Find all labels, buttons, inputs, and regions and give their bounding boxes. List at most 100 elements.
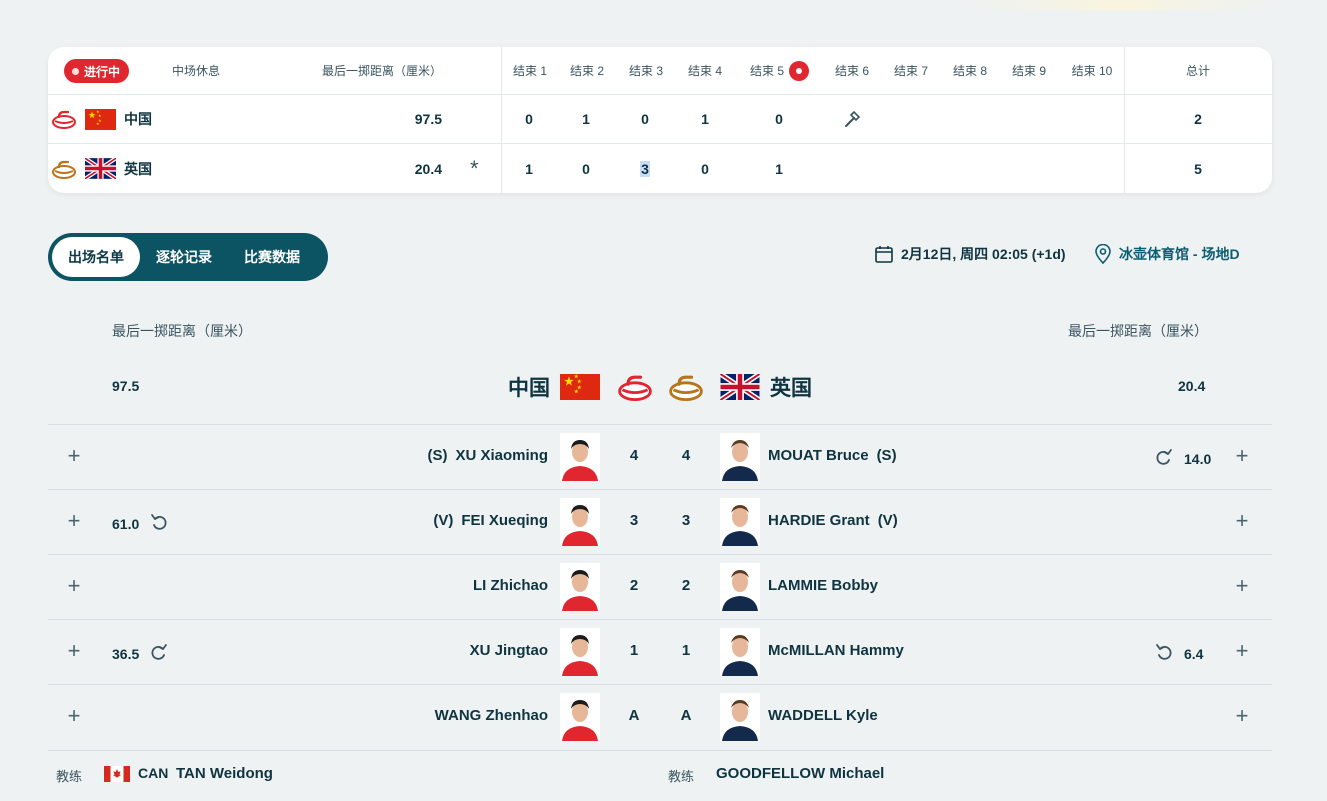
right-team-header: 英国: [720, 372, 812, 402]
venue-link[interactable]: 冰壶体育馆 - 场地D: [1094, 242, 1240, 266]
right-player-name[interactable]: LAMMIE Bobby: [768, 577, 878, 594]
left-player-name[interactable]: WANG Zhenhao: [435, 707, 548, 724]
right-player-position: A: [680, 707, 692, 724]
uk-flag-icon: [720, 374, 760, 400]
datetime-text: 2月12日, 周四 02:05 (+1d): [901, 246, 1066, 262]
end-header-5: 结束 5: [750, 47, 810, 94]
stat-value: 61.0: [112, 515, 140, 532]
left-player-stat: 61.0: [112, 512, 169, 535]
tab-stats[interactable]: 比赛数据: [228, 237, 316, 277]
end-score: 0: [775, 111, 783, 127]
tab-end-by-end[interactable]: 逐轮记录: [140, 237, 228, 277]
live-status-badge: 进行中: [64, 59, 130, 83]
left-dist-value: 97.5: [112, 378, 140, 394]
player-name-text: WANG Zhenhao: [434, 707, 548, 724]
left-player-name[interactable]: (S) XU Xiaoming: [427, 447, 548, 464]
end-score: 0: [525, 111, 533, 127]
coach-label: 教练: [668, 769, 695, 784]
redo-arrow-icon: [1154, 447, 1174, 470]
player-name-text: HARDIE Grant: [768, 512, 870, 529]
player-role: (V): [433, 512, 454, 529]
current-end-icon: [789, 60, 810, 81]
player-row: + (S) XU Xiaoming 4 4 MOUAT Bruce (S) 14.0 +: [48, 424, 1272, 489]
expand-plus-icon[interactable]: +: [63, 510, 85, 533]
player-avatar[interactable]: [720, 563, 760, 611]
player-name-text: LI Zhichao: [473, 577, 548, 594]
left-player-position: 1: [629, 642, 639, 659]
expand-plus-icon[interactable]: +: [63, 640, 85, 663]
player-avatar[interactable]: [560, 563, 600, 611]
player-row: + LI Zhichao 2 2 LAMMIE Bobby +: [48, 554, 1272, 619]
expand-plus-icon[interactable]: +: [63, 445, 85, 468]
live-dot-icon: [72, 67, 79, 75]
left-player-name[interactable]: XU Jingtao: [470, 642, 548, 659]
left-player-name[interactable]: (V) FEI Xueqing: [433, 512, 548, 529]
end-header-4: 结束 4: [687, 64, 722, 78]
tab-lineup[interactable]: 出场名单: [52, 237, 140, 277]
left-team-name: 中国: [508, 375, 550, 400]
left-coach-name: TAN Weidong: [176, 765, 273, 782]
left-player-position: 3: [629, 512, 639, 529]
location-pin-icon: [1095, 244, 1111, 264]
player-avatar[interactable]: [560, 693, 600, 741]
selected-score[interactable]: 3: [640, 160, 650, 177]
red-stone-icon: [52, 95, 76, 143]
expand-plus-icon[interactable]: +: [63, 575, 85, 598]
china-flag-icon: ★ ★ ★ ★ ★: [560, 374, 600, 400]
right-player-stat: 6.4: [1154, 642, 1203, 665]
end-score: 1: [701, 111, 709, 127]
team-name: 英国: [124, 160, 152, 177]
player-avatar[interactable]: [720, 498, 760, 546]
scoreboard-header: 进行中 中场休息 最后一掷距离（厘米） 结束 1 结束 2 结束 3 结束 4 …: [48, 47, 1272, 95]
china-flag-icon: ★ ★ ★ ★ ★: [85, 95, 116, 143]
right-player-name[interactable]: McMILLAN Hammy: [768, 642, 904, 659]
right-coach-name: GOODFELLOW Michael: [716, 765, 885, 782]
right-player-name[interactable]: WADDELL Kyle: [768, 707, 878, 724]
player-row: +61.0 (V) FEI Xueqing 3 3 HARDIE Grant (V) +: [48, 489, 1272, 554]
expand-plus-icon[interactable]: +: [1231, 575, 1253, 598]
expand-plus-icon[interactable]: +: [1231, 705, 1253, 728]
left-team-header: 中国 ★ ★ ★ ★ ★: [508, 372, 600, 402]
calendar-icon: [875, 246, 893, 263]
player-avatar[interactable]: [560, 628, 600, 676]
left-player-position: 2: [629, 577, 639, 594]
expand-plus-icon[interactable]: +: [1231, 510, 1253, 533]
asterisk-marker: *: [470, 155, 479, 181]
player-avatar[interactable]: [720, 628, 760, 676]
red-stone-icon: [618, 375, 652, 401]
end-header-6: 结束 6: [834, 64, 869, 78]
coach-label: 教练: [56, 769, 83, 784]
player-avatar[interactable]: [560, 433, 600, 481]
left-player-name[interactable]: LI Zhichao: [473, 577, 548, 594]
end-header-8: 结束 8: [952, 64, 987, 78]
player-row: +36.5 XU Jingtao 1 1 McMILLAN Hammy 6.4 +: [48, 619, 1272, 684]
right-player-name[interactable]: HARDIE Grant (V): [768, 512, 898, 529]
right-player-position: 2: [681, 577, 691, 594]
expand-plus-icon[interactable]: +: [1231, 445, 1253, 468]
right-player-stat: 14.0: [1154, 447, 1211, 470]
right-team-name: 英国: [770, 375, 812, 400]
break-label: 中场休息: [172, 64, 221, 78]
player-avatar[interactable]: [560, 498, 600, 546]
player-avatar[interactable]: [720, 693, 760, 741]
right-player-name[interactable]: MOUAT Bruce (S): [768, 447, 897, 464]
scoreboard: 进行中 中场休息 最后一掷距离（厘米） 结束 1 结束 2 结束 3 结束 4 …: [48, 47, 1272, 193]
team-name: 中国: [124, 111, 152, 127]
expand-plus-icon[interactable]: +: [63, 705, 85, 728]
dist-label-left: 最后一掷距离（厘米）: [112, 323, 252, 339]
last-stone-value: 97.5: [414, 111, 442, 127]
canada-flag-icon: [104, 766, 130, 782]
player-row: + WANG Zhenhao A A WADDELL Kyle +: [48, 684, 1272, 749]
end-score: 0: [582, 160, 590, 177]
hammer-icon: [842, 95, 862, 143]
stat-value: 14.0: [1184, 450, 1212, 467]
player-name-text: McMILLAN Hammy: [768, 642, 904, 659]
undo-arrow-icon: [149, 512, 169, 535]
player-avatar[interactable]: [720, 433, 760, 481]
left-player-stat: 36.5: [112, 642, 169, 665]
last-stone-value: 20.4: [414, 160, 442, 177]
expand-plus-icon[interactable]: +: [1231, 640, 1253, 663]
venue-text: 冰壶体育馆 - 场地D: [1119, 246, 1240, 262]
top-decoration: [960, 0, 1280, 10]
player-name-text: XU Xiaoming: [455, 447, 548, 464]
